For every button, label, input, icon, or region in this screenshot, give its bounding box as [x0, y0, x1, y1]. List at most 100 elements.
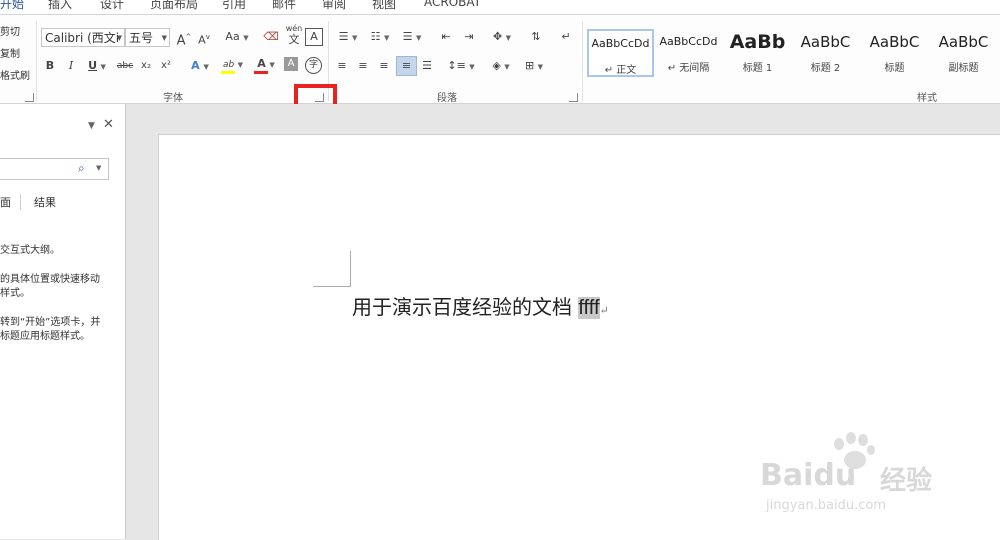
- align-right-icon[interactable]: ≡: [376, 57, 392, 75]
- nav-search-input[interactable]: ⌕ ▼: [0, 158, 109, 180]
- style-heading-2[interactable]: AaBbC 标题 2: [792, 29, 859, 77]
- bullets-button[interactable]: ☰ ▼: [334, 28, 362, 46]
- document-body-text[interactable]: 用于演示百度经验的文档 ffff↵: [352, 291, 609, 320]
- nav-help-line: 交互式大纲。: [0, 245, 60, 256]
- style-normal[interactable]: AaBbCcDd ↵ 正文: [587, 29, 654, 77]
- decrease-indent-icon[interactable]: ⇤: [437, 28, 455, 46]
- justify-icon[interactable]: ≡: [396, 56, 417, 76]
- subscript-button[interactable]: x₂: [139, 57, 153, 75]
- baidu-jingyan-watermark: Baidu 经验 jingyan.baidu.com: [740, 430, 980, 520]
- superscript-icon: x²: [161, 60, 171, 71]
- tab-mailings[interactable]: 邮件: [272, 0, 296, 12]
- line-spacing-icon: ↕≡: [447, 59, 466, 72]
- cut-button[interactable]: 剪切: [0, 23, 20, 38]
- font-color-swatch: [254, 71, 268, 74]
- font-size-combo[interactable]: 五号 ▼: [125, 28, 170, 47]
- show-marks-icon[interactable]: ↵: [558, 28, 574, 46]
- paint-bucket-icon: ◈: [492, 59, 501, 72]
- font-color-button[interactable]: A ▼: [252, 55, 280, 74]
- shrink-font-button[interactable]: Av: [196, 28, 212, 47]
- style-heading-1[interactable]: AaBb 标题 1: [724, 29, 791, 77]
- distributed-icon[interactable]: ☰: [419, 57, 435, 75]
- style-sample: AaBb: [729, 31, 786, 53]
- highlight-icon: ab: [222, 60, 235, 70]
- style-no-spacing[interactable]: AaBbCcDd ↵ 无间隔: [655, 29, 722, 77]
- align-left-icon[interactable]: ≡: [334, 57, 350, 75]
- paragraph-dialog-launcher-icon[interactable]: [569, 93, 578, 102]
- numbering-icon: ☷: [370, 30, 381, 43]
- style-name: ↵ 无间隔: [667, 63, 710, 74]
- italic-button[interactable]: I: [63, 57, 79, 75]
- clear-formatting-icon[interactable]: ⌫: [262, 28, 280, 46]
- highlight-color-button[interactable]: ab ▼: [219, 55, 247, 74]
- tab-view[interactable]: 视图: [372, 0, 396, 12]
- tab-insert[interactable]: 插入: [48, 0, 72, 12]
- underline-button[interactable]: U ▼: [84, 57, 110, 75]
- ribbon-tab-bar: 开始 插入 设计 页面布局 引用 邮件 审阅 视图 ACROBAT: [0, 0, 1000, 15]
- tab-references[interactable]: 引用: [222, 0, 246, 12]
- character-shading-button[interactable]: A: [284, 57, 298, 71]
- tab-pages[interactable]: 面: [0, 196, 11, 210]
- phonetic-guide-button[interactable]: wén 文: [284, 23, 304, 49]
- close-icon[interactable]: ✕: [103, 118, 114, 132]
- clipboard-dialog-launcher-icon[interactable]: [25, 93, 34, 102]
- chevron-down-icon[interactable]: ▼: [117, 29, 122, 46]
- nav-help-line: 标题应用标题样式。: [0, 331, 90, 342]
- character-shading-icon: A: [287, 58, 295, 69]
- sort-icon[interactable]: ⇅: [527, 28, 545, 46]
- nav-help-line: 转到“开始”选项卡，并: [0, 317, 101, 328]
- tab-page-layout[interactable]: 页面布局: [150, 0, 198, 12]
- tab-home[interactable]: 开始: [0, 0, 24, 12]
- align-center-icon[interactable]: ≡: [355, 57, 371, 75]
- style-name: ↵ 正文: [604, 65, 637, 76]
- chevron-down-icon[interactable]: ▼: [162, 29, 167, 46]
- format-painter-button[interactable]: 格式刷: [0, 67, 30, 82]
- asian-layout-icon: ✥: [492, 30, 503, 43]
- character-border-button[interactable]: A: [305, 28, 323, 46]
- paragraph-group-label: 段落: [437, 93, 457, 104]
- margin-corner-mark: [350, 251, 351, 287]
- tab-review[interactable]: 审阅: [322, 0, 346, 12]
- strikethrough-button[interactable]: abc: [115, 57, 135, 75]
- grow-font-button[interactable]: A^: [176, 28, 192, 49]
- margin-corner-mark: [313, 286, 351, 287]
- copy-button[interactable]: 复制: [0, 45, 20, 60]
- shading-button[interactable]: ◈ ▼: [487, 57, 515, 75]
- font-color-icon: A: [257, 57, 266, 70]
- borders-icon: ⊞: [524, 59, 535, 72]
- style-subtitle[interactable]: AaBbC 副标题: [930, 29, 997, 77]
- nav-help-line: 样式。: [0, 288, 30, 299]
- asian-layout-button[interactable]: ✥ ▼: [487, 28, 517, 46]
- tab-design[interactable]: 设计: [100, 0, 124, 12]
- chevron-down-icon[interactable]: ▼: [96, 164, 101, 172]
- multilevel-list-button[interactable]: ☰ ▼: [398, 28, 426, 46]
- style-title[interactable]: AaBbC 标题: [861, 29, 928, 77]
- tab-acrobat[interactable]: ACROBAT: [424, 0, 481, 9]
- watermark-jingyan: 经验: [880, 466, 933, 496]
- search-icon[interactable]: ⌕: [78, 161, 85, 176]
- navigation-pane: ▼ ✕ ⌕ ▼ 面 结果 交互式大纲。 的具体位置或快速移动 样式。 转到“开始…: [0, 104, 126, 539]
- nav-pane-options-icon[interactable]: ▼: [88, 119, 95, 133]
- italic-icon: I: [68, 59, 74, 72]
- font-name-combo[interactable]: Calibri (西文i ▼: [41, 28, 125, 47]
- superscript-button[interactable]: x²: [159, 57, 173, 75]
- watermark-url: jingyan.baidu.com: [766, 498, 886, 513]
- numbering-button[interactable]: ☷ ▼: [366, 28, 394, 46]
- enclose-characters-button[interactable]: 字: [305, 57, 322, 74]
- group-divider: [582, 21, 583, 101]
- text-effects-button[interactable]: A ▼: [187, 57, 213, 75]
- phonetic-pinyin: wén: [285, 24, 303, 33]
- tab-results[interactable]: 结果: [34, 196, 56, 210]
- selected-text: ffff: [578, 297, 600, 319]
- highlight-color-swatch: [221, 71, 235, 74]
- change-case-button[interactable]: Aa ▼: [222, 28, 252, 46]
- style-sample: AaBbC: [869, 33, 920, 51]
- borders-button[interactable]: ⊞ ▼: [520, 57, 548, 75]
- styles-gallery: AaBbCcDd ↵ 正文 AaBbCcDd ↵ 无间隔 AaBb 标题 1 A…: [585, 29, 1000, 79]
- bold-button[interactable]: B: [42, 57, 58, 75]
- increase-indent-icon[interactable]: ⇥: [460, 28, 478, 46]
- strikethrough-icon: abc: [116, 61, 134, 71]
- grow-font-icon: A: [176, 33, 186, 49]
- line-spacing-button[interactable]: ↕≡ ▼: [446, 57, 476, 75]
- bullets-icon: ☰: [338, 30, 349, 43]
